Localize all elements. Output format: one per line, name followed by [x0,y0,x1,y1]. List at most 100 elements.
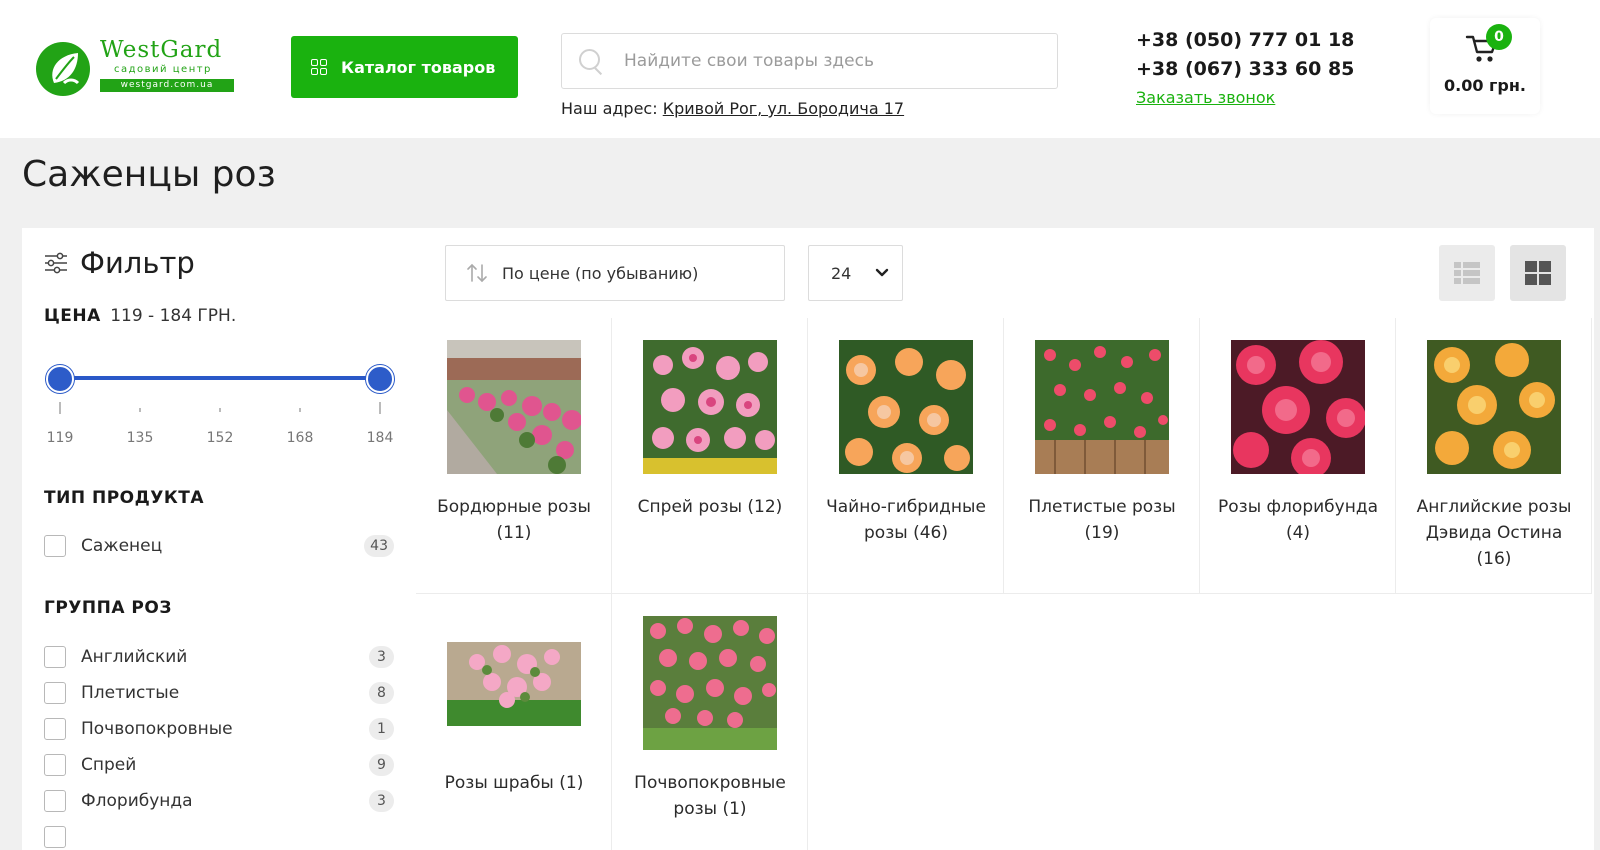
filter-option-sapling[interactable]: Саженец 43 [44,533,394,559]
option-label: Английский [81,647,188,667]
category-card-hybrid-tea-roses[interactable]: Чайно-гибридные розы (46) [808,318,1004,594]
per-page-value: 24 [831,263,852,283]
catalog-button[interactable]: Каталог товаров [291,36,518,98]
option-count: 1 [369,718,394,740]
option-count: 43 [364,535,394,557]
option-count: 3 [369,646,394,668]
option-label: Плетистые [81,683,180,703]
list-view-icon [1454,262,1480,284]
david-austin-roses-image [1427,340,1561,474]
catalog-button-label: Каталог товаров [341,57,496,77]
search-box [561,33,1058,89]
option-count: 9 [369,754,394,776]
price-max-handle[interactable] [366,365,394,393]
checkbox[interactable] [44,535,66,557]
page-title: Саженцы роз [22,154,276,195]
filter-title: Фильтр [80,246,195,280]
floribunda-roses-image [1231,340,1365,474]
per-page-dropdown[interactable]: 24 [808,245,903,301]
groundcover-roses-image [643,616,777,750]
slider-tick-label: 135 [126,430,154,446]
logo-leaf-icon [36,42,90,96]
address-link[interactable]: Кривой Рог, ул. Бородича 17 [663,99,904,118]
sort-arrows-icon [467,263,487,283]
category-title: Розы шрабы (1) [444,773,584,793]
category-title: Спрей розы (12) [637,497,783,517]
category-card-climbing-roses[interactable]: Плетистые розы (19) [1004,318,1200,594]
product-type-title: ТИП ПРОДУКТА [44,488,205,508]
option-label: Спрей [81,755,137,775]
checkbox[interactable] [44,790,66,812]
border-roses-image [447,340,581,474]
filter-option-floribunda[interactable]: Флорибунда 3 [44,788,394,814]
checkbox[interactable] [44,682,66,704]
category-card-border-roses[interactable]: Бордюрные розы (11) [416,318,612,594]
logo-name: WestGard [100,37,223,63]
slider-tick-label: 119 [46,430,74,446]
search-icon [578,48,604,74]
slider-tick [299,408,301,412]
filter-option-english[interactable]: Английский 3 [44,644,394,670]
category-title: Розы флорибунда (4) [1218,497,1378,543]
slider-tick-label: 152 [206,430,234,446]
option-count: 3 [369,790,394,812]
callback-link[interactable]: Заказать звонок [1136,88,1275,107]
filter-sliders-icon [45,252,67,274]
filter-header: Фильтр [44,246,195,280]
checkbox[interactable] [44,754,66,776]
spray-roses-image [643,340,777,474]
category-card-groundcover-roses[interactable]: Почвопокровные розы (1) [612,594,808,850]
grid-view-button[interactable] [1510,245,1566,301]
site-header: WestGard садовий центр westgard.com.ua К… [0,0,1600,138]
category-card-spray-roses[interactable]: Спрей розы (12) [612,318,808,594]
option-label: Почвопокровные [81,719,233,739]
climbing-roses-image [1035,340,1169,474]
filter-sidebar: Фильтр ЦЕНА 119 - 184 ГРН. 119 135 152 168 1… [22,228,416,850]
price-label: ЦЕНА [44,306,101,326]
logo-subtitle: садовий центр [114,64,212,75]
grid-view-icon [1525,261,1551,285]
checkbox[interactable] [44,646,66,668]
checkbox[interactable] [44,826,66,848]
slider-tick [219,408,221,412]
category-content: По цене (по убыванию) 24 Бордюрные розы … [416,228,1594,850]
rose-group-title: ГРУППА РОЗ [44,598,172,618]
price-range-slider[interactable]: 119 135 152 168 184 [46,365,394,446]
sort-dropdown[interactable]: По цене (по убыванию) [445,245,785,301]
chevron-down-icon [875,268,889,277]
category-title: Плетистые розы (19) [1028,497,1176,543]
option-count: 8 [369,682,394,704]
contact-phones: +38 (050) 777 01 18 +38 (067) 333 60 85 … [1136,26,1354,107]
search-input[interactable] [624,51,1044,71]
logo[interactable]: WestGard садовий центр westgard.com.ua [34,37,234,97]
slider-tick [379,402,381,414]
filter-option-groundcover[interactable]: Почвопокровные 1 [44,716,394,742]
list-view-button[interactable] [1439,245,1495,301]
checkbox[interactable] [44,718,66,740]
price-range-text: 119 - 184 ГРН. [110,306,237,326]
slider-tick-label: 168 [286,430,314,446]
slider-tick [59,402,61,414]
store-address: Наш адрес: Кривой Рог, ул. Бородича 17 [561,99,904,118]
address-label: Наш адрес: [561,99,658,118]
option-label: Саженец [81,536,163,556]
price-min-handle[interactable] [46,365,74,393]
phone-number-2[interactable]: +38 (067) 333 60 85 [1136,55,1354,84]
category-title: Почвопокровные розы (1) [634,773,786,819]
category-card-david-austin-roses[interactable]: Английские розы Дэвида Остина (16) [1396,318,1592,594]
category-card-shrub-roses[interactable]: Розы шрабы (1) [416,594,612,850]
sort-label: По цене (по убыванию) [502,263,699,283]
category-title: Чайно-гибридные розы (46) [826,497,986,543]
cart-button[interactable]: 0 0.00 грн. [1430,18,1540,114]
cart-count-badge: 0 [1486,24,1512,50]
phone-number-1[interactable]: +38 (050) 777 01 18 [1136,26,1354,55]
cart-total: 0.00 грн. [1444,76,1526,95]
filter-option-climbing[interactable]: Плетистые 8 [44,680,394,706]
filter-option-partial [44,824,394,850]
category-card-floribunda-roses[interactable]: Розы флорибунда (4) [1200,318,1396,594]
slider-tick [139,408,141,412]
option-label: Флорибунда [81,791,193,811]
hybrid-tea-roses-image [839,340,973,474]
filter-option-spray[interactable]: Спрей 9 [44,752,394,778]
price-slider-track [60,376,380,380]
